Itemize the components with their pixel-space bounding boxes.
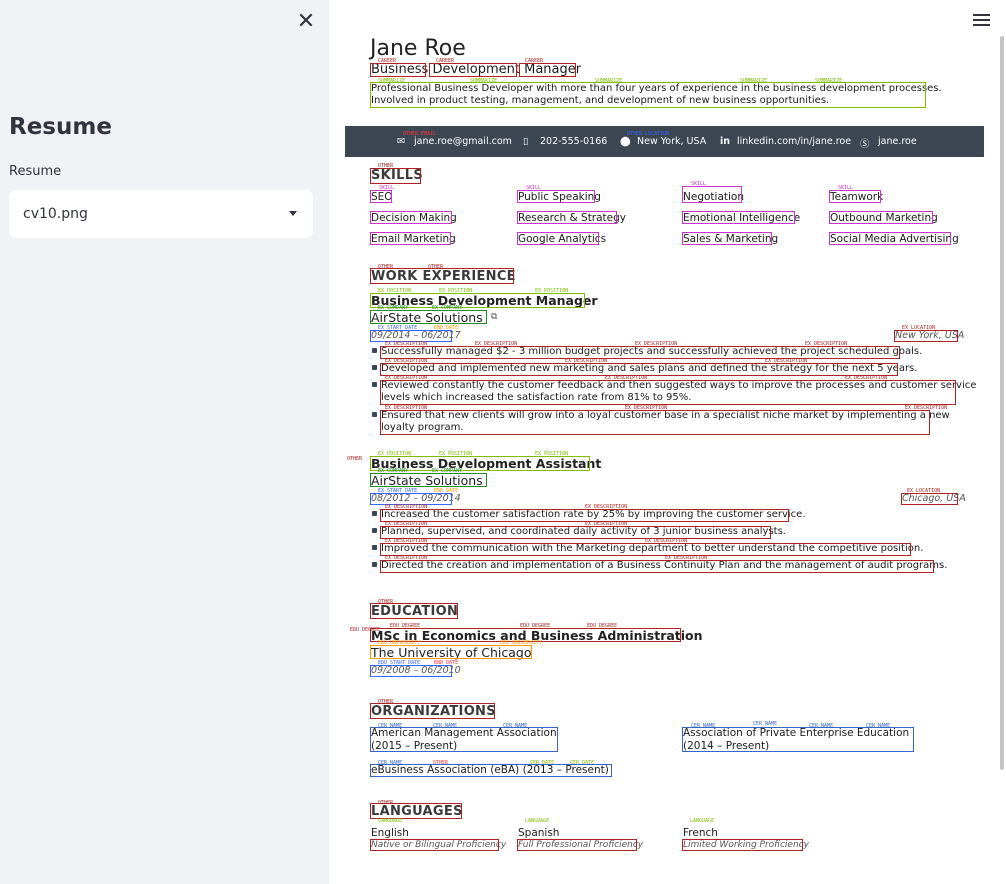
organization-item: eBusiness Association (eBA) (2013 – Pres… (371, 764, 609, 776)
skill-item: Teamwork (830, 191, 884, 203)
job-bullet: Ensured that new clients will grow into … (372, 410, 950, 423)
language-name: Spanish (518, 827, 560, 839)
bullet-icon (372, 545, 377, 550)
organization-dates: (2015 – Present) (371, 740, 458, 752)
sidebar: ✕ Resume Resume cv10.png (0, 0, 329, 884)
job-bullet: Improved the communication with the Mark… (372, 543, 924, 556)
resume-summary-line: Professional Business Developer with mor… (371, 83, 942, 94)
bullet-icon (372, 348, 377, 353)
annotation-label: LANGUAGE (378, 818, 403, 824)
education-university: The University of Chicago (371, 645, 532, 660)
job-bullet-text: Improved the communication with the Mark… (381, 543, 924, 554)
bullet-icon (372, 412, 377, 417)
annotation-label: LANGUAGE (690, 818, 715, 824)
annotation-label: SKILL (838, 185, 854, 191)
bullet-icon (372, 511, 377, 516)
skill-item: Negotiation (683, 191, 744, 203)
language-name: English (371, 827, 409, 839)
resume-select[interactable]: cv10.png (9, 190, 313, 238)
bullet-icon (372, 365, 377, 370)
skill-item: Sales & Marketing (683, 233, 779, 245)
section-title-education: EDUCATION (371, 604, 459, 619)
skill-item: SEO (371, 191, 393, 203)
job-bullet: Increased the customer satisfaction rate… (372, 509, 806, 522)
job-bullet-continuation: levels which increased the satisfaction … (381, 392, 692, 403)
job-location: New York, USA (895, 330, 965, 341)
skype-icon: Ⓢ (860, 139, 870, 150)
job-bullet-text: Reviewed constantly the customer feedbac… (381, 380, 977, 391)
hamburger-menu-icon[interactable] (973, 14, 990, 27)
skill-item: Social Media Advertising (830, 233, 959, 245)
job-bullet: Developed and implemented new marketing … (372, 363, 918, 376)
section-title-languages: LANGUAGES (371, 804, 463, 819)
linkedin-icon: in (720, 136, 731, 147)
language-level: Limited Working Proficiency (683, 840, 809, 850)
annotation-label: SKILL (526, 185, 542, 191)
skill-item: Google Analytics (518, 233, 607, 245)
annotation-label: SKILL (379, 185, 395, 191)
skill-item: Outbound Marketing (830, 212, 938, 224)
skill-item: Public Speaking (518, 191, 601, 203)
annotation-label: OTHER (347, 456, 363, 462)
education-dates: 09/2008 – 06/2010 (371, 665, 461, 676)
resume-select-label: Resume (9, 164, 62, 179)
language-level: Native or Bilingual Proficiency (371, 840, 507, 850)
annotation-label: OTHER LOCATION (627, 131, 670, 137)
annotation-label: LANGUAGE (525, 818, 550, 824)
main-scrollbar[interactable] (1000, 36, 1004, 770)
phone-icon: ▯ (523, 136, 529, 147)
job-company: AirState Solutions (371, 310, 483, 325)
job-bullet: Planned, supervised, and coordinated dai… (372, 526, 786, 539)
job-dates: 08/2012 – 09/2014 (371, 493, 461, 504)
contact-linkedin[interactable]: linkedin.com/in/jane.roe (737, 136, 851, 147)
location-pin-icon: ⬤ (620, 136, 631, 147)
bullet-icon (372, 382, 377, 387)
annotation-label: OTHER EMAIL (403, 131, 437, 137)
bullet-icon (372, 528, 377, 533)
resume-document: Jane Roe CAREER CAREER CAREER Business D… (345, 36, 984, 876)
email-icon: ✉ (397, 136, 405, 147)
resume-summary-line: Involved in product testing, management,… (371, 95, 830, 106)
skill-item: Research & Strategy (518, 212, 627, 224)
annotation-label: SKILL (691, 181, 707, 187)
job-bullet: Reviewed constantly the customer feedbac… (372, 380, 977, 393)
contact-phone: 202-555-0166 (540, 136, 608, 147)
close-sidebar-icon[interactable]: ✕ (296, 11, 316, 33)
organization-dates: (2014 – Present) (683, 740, 770, 752)
resume-role: Business Development Manager (371, 62, 582, 77)
contact-location: New York, USA (637, 136, 707, 147)
resume-select-value: cv10.png (23, 206, 88, 222)
job-bullet-text: Successfully managed $2 - 3 million budg… (381, 346, 923, 357)
job-dates: 09/2014 – 06/2017 (371, 330, 461, 341)
section-title-organizations: ORGANIZATIONS (371, 704, 496, 719)
skill-item: Emotional Intelligence (683, 212, 801, 224)
job-bullet: Successfully managed $2 - 3 million budg… (372, 346, 923, 359)
language-name: French (683, 827, 718, 839)
job-bullet-continuation: loyalty program. (381, 422, 464, 433)
bullet-icon (372, 562, 377, 567)
section-title-skills: SKILLS (371, 168, 424, 183)
job-bullet: Directed the creation and implementation… (372, 560, 948, 573)
chevron-down-icon (289, 211, 297, 216)
organization-item: American Management Association (371, 727, 557, 739)
skill-item: Email Marketing (371, 233, 456, 245)
skill-item: Decision Making (371, 212, 457, 224)
job-location: Chicago, USA (902, 493, 966, 504)
app-window: ✕ Resume Resume cv10.png Jane Roe CAREER… (0, 0, 1006, 884)
organization-item: Association of Private Enterprise Educat… (683, 727, 910, 739)
sidebar-title: Resume (9, 114, 112, 140)
job-bullet-text: Directed the creation and implementation… (381, 560, 948, 571)
contact-email[interactable]: jane.roe@gmail.com (414, 136, 512, 147)
contact-skype: jane.roe (878, 136, 917, 147)
section-title-work: WORK EXPERIENCE (371, 269, 516, 284)
job-bullet-text: Developed and implemented new marketing … (381, 363, 918, 374)
job-bullet-text: Increased the customer satisfaction rate… (381, 509, 806, 520)
language-level: Full Professional Proficiency (518, 840, 644, 850)
external-link-icon[interactable]: ⧉ (491, 312, 497, 322)
job-bullet-text: Planned, supervised, and coordinated dai… (381, 526, 786, 537)
job-company: AirState Solutions (371, 473, 483, 488)
job-bullet-text: Ensured that new clients will grow into … (381, 410, 950, 421)
